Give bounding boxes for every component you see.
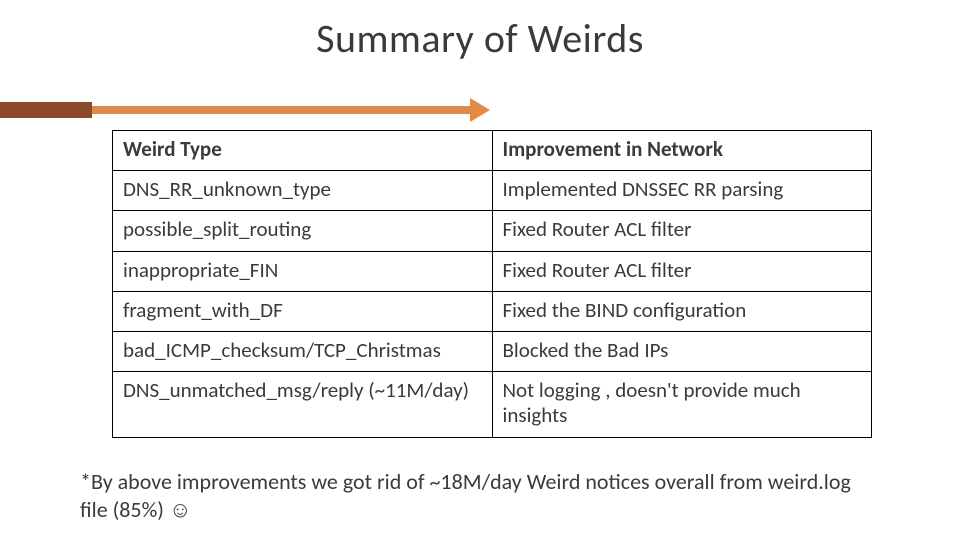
cell-improvement: Blocked the Bad IPs [492, 331, 872, 371]
cell-weird-type: inappropriate_FIN [113, 251, 493, 291]
cell-weird-type: fragment_with_DF [113, 291, 493, 331]
cell-improvement: Implemented DNSSEC RR parsing [492, 171, 872, 211]
cell-improvement: Fixed the BIND configuration [492, 291, 872, 331]
footnote-text: *By above improvements we got rid of ~18… [80, 468, 880, 523]
col-header-weird-type: Weird Type [113, 131, 493, 171]
cell-weird-type: bad_ICMP_checksum/TCP_Christmas [113, 331, 493, 371]
title-underline [0, 96, 500, 124]
cell-improvement: Fixed Router ACL filter [492, 251, 872, 291]
arrow-head-icon [470, 98, 490, 122]
slide: Summary of Weirds Weird Type Improvement… [0, 14, 960, 540]
arrow-body-icon [92, 106, 470, 114]
page-title: Summary of Weirds [0, 14, 960, 63]
table-header-row: Weird Type Improvement in Network [113, 131, 872, 171]
summary-table: Weird Type Improvement in Network DNS_RR… [112, 130, 872, 438]
weird-table: Weird Type Improvement in Network DNS_RR… [112, 130, 872, 438]
cell-improvement: Not logging , doesn't provide much insig… [492, 372, 872, 437]
col-header-improvement: Improvement in Network [492, 131, 872, 171]
cell-weird-type: possible_split_routing [113, 211, 493, 251]
table-row: inappropriate_FIN Fixed Router ACL filte… [113, 251, 872, 291]
cell-weird-type: DNS_unmatched_msg/reply (~11M/day) [113, 372, 493, 437]
table-row: bad_ICMP_checksum/TCP_Christmas Blocked … [113, 331, 872, 371]
table-row: fragment_with_DF Fixed the BIND configur… [113, 291, 872, 331]
table-row: DNS_unmatched_msg/reply (~11M/day) Not l… [113, 372, 872, 437]
cell-improvement: Fixed Router ACL filter [492, 211, 872, 251]
accent-bar-icon [0, 102, 92, 118]
table-row: possible_split_routing Fixed Router ACL … [113, 211, 872, 251]
table-row: DNS_RR_unknown_type Implemented DNSSEC R… [113, 171, 872, 211]
cell-weird-type: DNS_RR_unknown_type [113, 171, 493, 211]
